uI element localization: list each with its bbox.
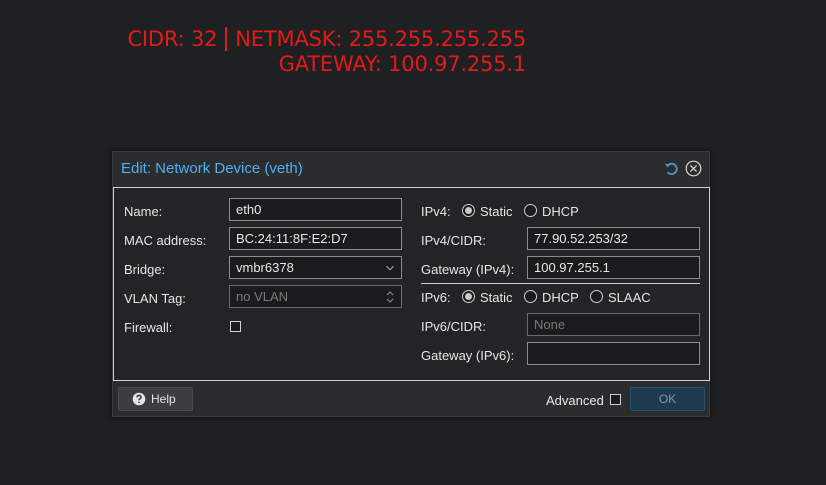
ipv6-label: IPv6: xyxy=(421,290,451,305)
edit-network-device-dialog: Edit: Network Device (veth) Name: eth0 M… xyxy=(112,151,710,417)
vlan-tag-label: VLAN Tag: xyxy=(124,291,186,306)
bridge-value: vmbr6378 xyxy=(236,260,294,275)
ipv4-label: IPv4: xyxy=(421,204,451,219)
ipv4-cidr-label: IPv4/CIDR: xyxy=(421,233,487,248)
ipv6-dhcp-label[interactable]: DHCP xyxy=(542,290,579,305)
ipv6-cidr-label: IPv6/CIDR: xyxy=(421,319,487,334)
vlan-tag-placeholder: no VLAN xyxy=(236,289,289,304)
chevron-down-icon[interactable] xyxy=(385,263,395,273)
ipv6-slaac-label[interactable]: SLAAC xyxy=(608,290,651,305)
ipv4-static-label[interactable]: Static xyxy=(480,204,513,219)
ipv6-dhcp-radio[interactable] xyxy=(524,290,537,303)
ipv6-slaac-radio[interactable] xyxy=(590,290,603,303)
annotation-separator xyxy=(225,27,228,51)
advanced-label: Advanced xyxy=(546,393,604,408)
ipv6-static-radio[interactable] xyxy=(462,290,475,303)
reset-icon[interactable] xyxy=(663,160,680,177)
vlan-tag-input[interactable]: no VLAN xyxy=(229,285,402,308)
mac-address-input[interactable]: BC:24:11:8F:E2:D7 xyxy=(229,227,402,250)
ipv6-static-label[interactable]: Static xyxy=(480,290,513,305)
help-button[interactable]: Help xyxy=(118,387,193,411)
ipv4-static-radio[interactable] xyxy=(462,204,475,217)
name-input[interactable]: eth0 xyxy=(229,198,402,221)
spinner-icon[interactable] xyxy=(385,290,395,304)
ipv4-cidr-input[interactable]: 77.90.52.253/32 xyxy=(527,227,700,250)
bridge-label: Bridge: xyxy=(124,262,166,277)
firewall-label: Firewall: xyxy=(124,320,173,335)
name-label: Name: xyxy=(124,204,163,219)
dialog-title: Edit: Network Device (veth) xyxy=(121,160,303,177)
ipv6-cidr-input[interactable]: None xyxy=(527,313,700,336)
ip-section-divider xyxy=(421,283,700,284)
advanced-checkbox[interactable] xyxy=(610,394,621,405)
gateway-ipv6-label: Gateway (IPv6): xyxy=(421,348,515,363)
gateway-ipv4-label: Gateway (IPv4): xyxy=(421,262,515,277)
gateway-ipv6-input[interactable] xyxy=(527,342,700,365)
close-icon[interactable] xyxy=(685,160,702,177)
question-circle-icon xyxy=(132,392,146,406)
bridge-select[interactable]: vmbr6378 xyxy=(229,256,402,279)
dialog-body: Name: eth0 MAC address: BC:24:11:8F:E2:D… xyxy=(113,187,710,381)
ipv4-dhcp-radio[interactable] xyxy=(524,204,537,217)
ok-button[interactable]: OK xyxy=(630,387,705,411)
mac-address-label: MAC address: xyxy=(124,233,207,248)
annotation-netmask: NETMASK: 255.255.255.255 xyxy=(235,27,526,51)
dialog-titlebar: Edit: Network Device (veth) xyxy=(113,152,709,187)
help-label: Help xyxy=(151,392,176,406)
annotation-cidr: CIDR: 32 xyxy=(127,27,218,51)
ipv4-dhcp-label[interactable]: DHCP xyxy=(542,204,579,219)
annotation-gateway: GATEWAY: 100.97.255.1 xyxy=(278,52,527,76)
firewall-checkbox[interactable] xyxy=(230,321,241,332)
annotation-line-1: CIDR: 32 NETMASK: 255.255.255.255 xyxy=(127,27,526,51)
gateway-ipv4-input[interactable]: 100.97.255.1 xyxy=(527,256,700,279)
